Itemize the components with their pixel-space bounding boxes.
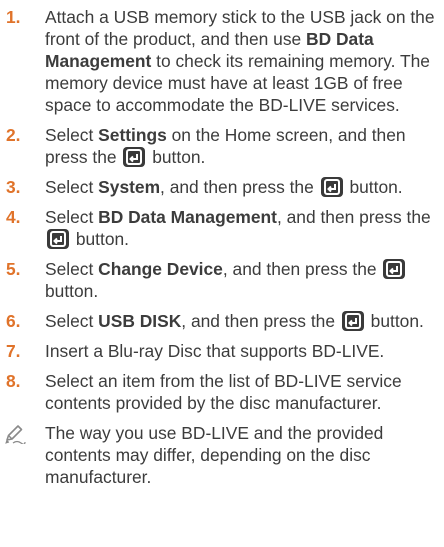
document: 1. Attach a USB memory stick to the USB … [0, 0, 444, 547]
step-bold-term: System [98, 177, 161, 197]
step-8: 8. Select an item from the list of BD-LI… [0, 370, 444, 414]
step-text: button. [365, 311, 424, 331]
step-text: , and then press the [276, 207, 431, 227]
step-text: Select [45, 177, 99, 197]
step-text: Attach a USB memory stick to the USB jac… [45, 7, 435, 49]
step-number: 3. [6, 177, 21, 197]
pencil-icon [4, 424, 26, 449]
step-text: Select [45, 311, 99, 331]
step-3: 3. Select System, and then press the but… [0, 176, 444, 198]
step-text: , and then press the [222, 259, 382, 279]
step-number: 2. [6, 125, 21, 145]
step-bold-term: USB DISK [98, 311, 182, 331]
step-text: Select [45, 125, 99, 145]
step-6: 6. Select USB DISK, and then press the b… [0, 310, 444, 332]
step-5: 5. Select Change Device, and then press … [0, 258, 444, 302]
step-number: 7. [6, 341, 21, 361]
step-text: button. [344, 177, 403, 197]
step-1: 1. Attach a USB memory stick to the USB … [0, 6, 444, 116]
note: The way you use BD-LIVE and the provided… [0, 422, 444, 488]
step-text: Insert a Blu-ray Disc that supports BD-L… [45, 341, 385, 361]
note-text: The way you use BD-LIVE and the provided… [45, 423, 384, 487]
step-text: Select an item from the list of BD-LIVE … [45, 371, 402, 413]
step-number: 6. [6, 311, 21, 331]
step-text: , and then press the [160, 177, 319, 197]
step-2: 2. Select Settings on the Home screen, a… [0, 124, 444, 168]
step-text: button. [71, 229, 130, 249]
step-4: 4. Select BD Data Management, and then p… [0, 206, 444, 250]
enter-button-icon [341, 311, 364, 331]
step-7: 7. Insert a Blu-ray Disc that supports B… [0, 340, 444, 362]
step-text: button. [147, 147, 206, 167]
step-number: 1. [6, 7, 21, 27]
enter-button-icon [383, 259, 406, 279]
enter-button-icon [47, 229, 69, 249]
step-bold-term: BD Data Management [98, 207, 277, 227]
step-number: 8. [6, 371, 21, 391]
step-text: , and then press the [181, 311, 340, 331]
step-text: Select [45, 207, 99, 227]
step-bold-term: Settings [98, 125, 167, 145]
step-text: button. [45, 281, 99, 301]
step-bold-term: Change Device [98, 259, 223, 279]
enter-button-icon [123, 147, 146, 167]
enter-button-icon [320, 177, 343, 197]
step-text: Select [45, 259, 99, 279]
step-number: 4. [6, 207, 21, 227]
step-number: 5. [6, 259, 21, 279]
